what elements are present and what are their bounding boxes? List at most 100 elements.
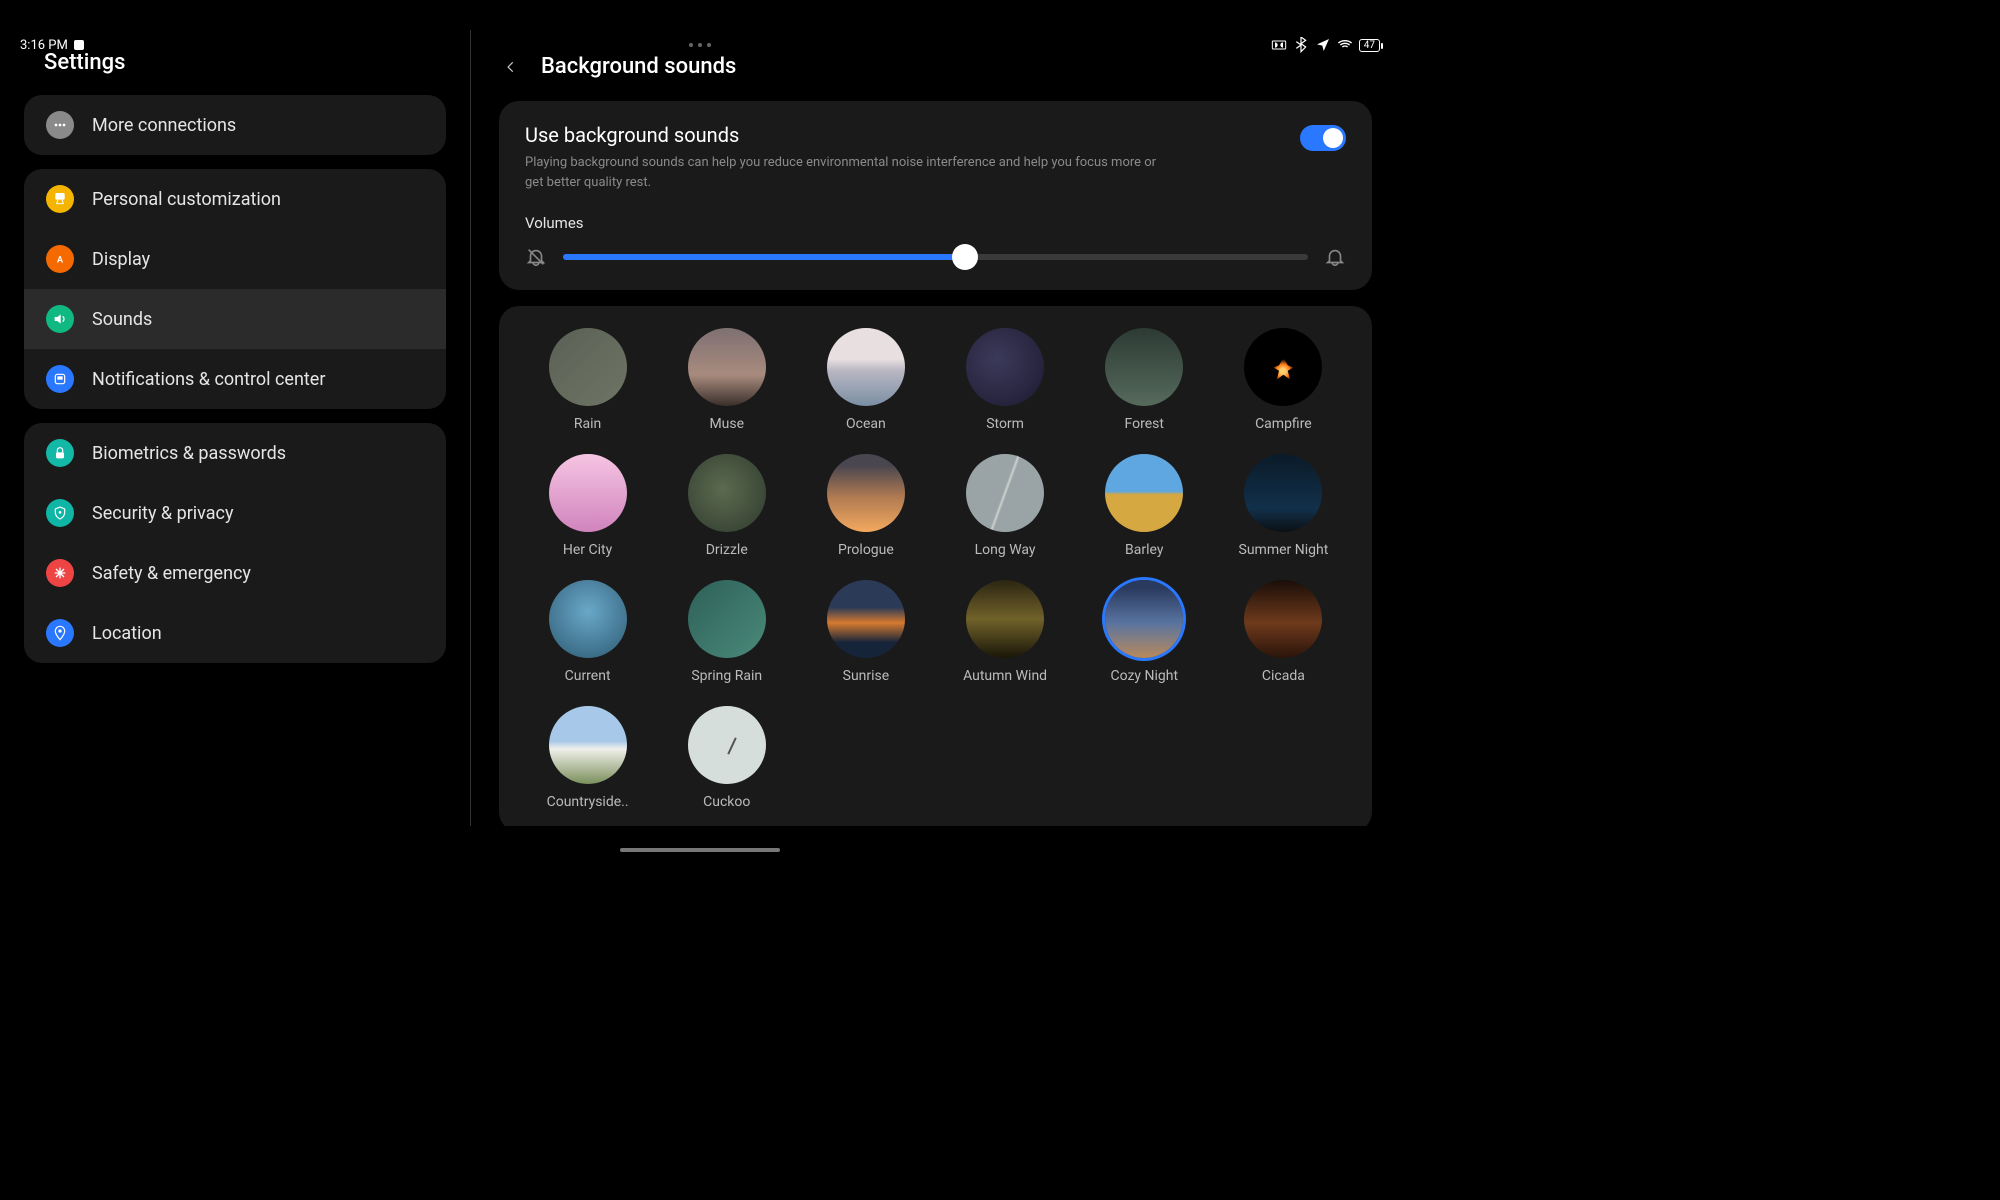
- main-pane: Background sounds Use background sounds …: [470, 30, 1400, 826]
- sidebar-item-safety-emergency[interactable]: Safety & emergency: [24, 543, 446, 603]
- sound-option-forest[interactable]: Forest: [1082, 328, 1207, 432]
- settings-sidebar[interactable]: Settings More connectionsPersonal custom…: [0, 30, 470, 826]
- sidebar-item-security-privacy[interactable]: Security & privacy: [24, 483, 446, 543]
- sound-label: Campfire: [1255, 416, 1312, 432]
- sidebar-item-sounds[interactable]: Sounds: [24, 289, 446, 349]
- sound-label: Countryside..: [547, 794, 629, 810]
- sidebar-item-label: Display: [92, 249, 150, 270]
- sound-label: Summer Night: [1239, 542, 1329, 558]
- location-icon: [46, 619, 74, 647]
- sound-label: Drizzle: [706, 542, 748, 558]
- status-right: 47: [1271, 37, 1380, 53]
- sidebar-item-personal-customization[interactable]: Personal customization: [24, 169, 446, 229]
- sidebar-item-label: Security & privacy: [92, 503, 234, 524]
- sound-thumbnail: [966, 328, 1044, 406]
- sidebar-item-notifications-control-center[interactable]: Notifications & control center: [24, 349, 446, 409]
- theme-icon: [46, 185, 74, 213]
- sound-label: Muse: [709, 416, 744, 432]
- bluetooth-icon: [1293, 37, 1309, 53]
- sound-thumbnail: [1105, 328, 1183, 406]
- sound-option-cuckoo[interactable]: Cuckoo: [664, 706, 789, 810]
- sound-label: Rain: [574, 416, 601, 432]
- sound-label: Spring Rain: [691, 668, 762, 684]
- sound-option-sunrise[interactable]: Sunrise: [803, 580, 928, 684]
- sound-thumbnail: [827, 454, 905, 532]
- sound-label: Long Way: [975, 542, 1036, 558]
- sound-thumbnail: [688, 328, 766, 406]
- battery-indicator: 47: [1359, 39, 1380, 52]
- sound-option-barley[interactable]: Barley: [1082, 454, 1207, 558]
- sidebar-item-label: Location: [92, 623, 162, 644]
- sound-thumbnail: [1105, 454, 1183, 532]
- sidebar-item-display[interactable]: ADisplay: [24, 229, 446, 289]
- sound-icon: [46, 305, 74, 333]
- sound-thumbnail: [688, 454, 766, 532]
- toggle-knob: [1323, 128, 1343, 148]
- sound-option-cicada[interactable]: Cicada: [1221, 580, 1346, 684]
- status-left: 3:16 PM: [20, 38, 84, 53]
- sidebar-item-label: Notifications & control center: [92, 369, 325, 390]
- sound-option-long-way[interactable]: Long Way: [942, 454, 1067, 558]
- volume-fill: [563, 254, 965, 260]
- sidebar-item-label: More connections: [92, 115, 236, 136]
- sound-label: Cuckoo: [703, 794, 750, 810]
- toggle-title: Use background sounds: [525, 123, 1276, 147]
- sound-thumbnail: [549, 454, 627, 532]
- sound-thumbnail: [827, 580, 905, 658]
- wifi-icon: [1337, 37, 1353, 53]
- sound-option-autumn-wind[interactable]: Autumn Wind: [942, 580, 1067, 684]
- sound-option-cozy-night[interactable]: Cozy Night: [1082, 580, 1207, 684]
- sidebar-item-label: Biometrics & passwords: [92, 443, 286, 464]
- lock-icon: [46, 439, 74, 467]
- sound-label: Current: [565, 668, 611, 684]
- sidebar-item-biometrics-passwords[interactable]: Biometrics & passwords: [24, 423, 446, 483]
- volume-slider[interactable]: [563, 254, 1308, 260]
- volume-thumb[interactable]: [952, 244, 978, 270]
- sound-option-storm[interactable]: Storm: [942, 328, 1067, 432]
- sound-thumbnail: [1244, 454, 1322, 532]
- use-background-sounds-row: Use background sounds Playing background…: [525, 123, 1346, 192]
- volume-label: Volumes: [525, 214, 1346, 232]
- sound-option-spring-rain[interactable]: Spring Rain: [664, 580, 789, 684]
- sound-option-prologue[interactable]: Prologue: [803, 454, 928, 558]
- sound-option-rain[interactable]: Rain: [525, 328, 650, 432]
- sound-option-campfire[interactable]: Campfire: [1221, 328, 1346, 432]
- sound-label: Ocean: [846, 416, 886, 432]
- app-indicator-icon: [74, 40, 84, 50]
- sound-thumbnail: [549, 706, 627, 784]
- sidebar-item-more-connections[interactable]: More connections: [24, 95, 446, 155]
- sidebar-item-location[interactable]: Location: [24, 603, 446, 663]
- location-status-icon: [1315, 37, 1331, 53]
- sound-option-muse[interactable]: Muse: [664, 328, 789, 432]
- home-indicator[interactable]: [620, 848, 780, 852]
- sound-option-current[interactable]: Current: [525, 580, 650, 684]
- sound-thumbnail: [1244, 328, 1322, 406]
- sound-label: Prologue: [838, 542, 894, 558]
- sidebar-item-label: Sounds: [92, 309, 152, 330]
- bell-off-icon: [525, 246, 547, 268]
- sound-thumbnail: [688, 706, 766, 784]
- background-sounds-panel: Use background sounds Playing background…: [499, 101, 1372, 290]
- toggle-description: Playing background sounds can help you r…: [525, 153, 1165, 192]
- status-page-dots: [689, 43, 711, 47]
- sound-option-countryside-[interactable]: Countryside..: [525, 706, 650, 810]
- volume-section: Volumes: [525, 214, 1346, 268]
- sound-thumbnail: [549, 328, 627, 406]
- sound-option-her-city[interactable]: Her City: [525, 454, 650, 558]
- sidebar-item-label: Safety & emergency: [92, 563, 251, 584]
- sounds-grid-panel: Rain Muse Ocean Storm Forest Campfire Her City…: [499, 306, 1372, 826]
- asterisk-icon: [46, 559, 74, 587]
- sound-option-ocean[interactable]: Ocean: [803, 328, 928, 432]
- sound-label: Autumn Wind: [963, 668, 1047, 684]
- sound-option-drizzle[interactable]: Drizzle: [664, 454, 789, 558]
- shield-icon: [46, 499, 74, 527]
- sound-label: Forest: [1125, 416, 1164, 432]
- notifications-icon: [46, 365, 74, 393]
- sound-label: Sunrise: [843, 668, 890, 684]
- sound-option-summer-night[interactable]: Summer Night: [1221, 454, 1346, 558]
- sound-thumbnail: [549, 580, 627, 658]
- sidebar-item-label: Personal customization: [92, 189, 281, 210]
- more-icon: [46, 111, 74, 139]
- use-background-sounds-toggle[interactable]: [1300, 125, 1346, 151]
- sound-thumbnail: [827, 328, 905, 406]
